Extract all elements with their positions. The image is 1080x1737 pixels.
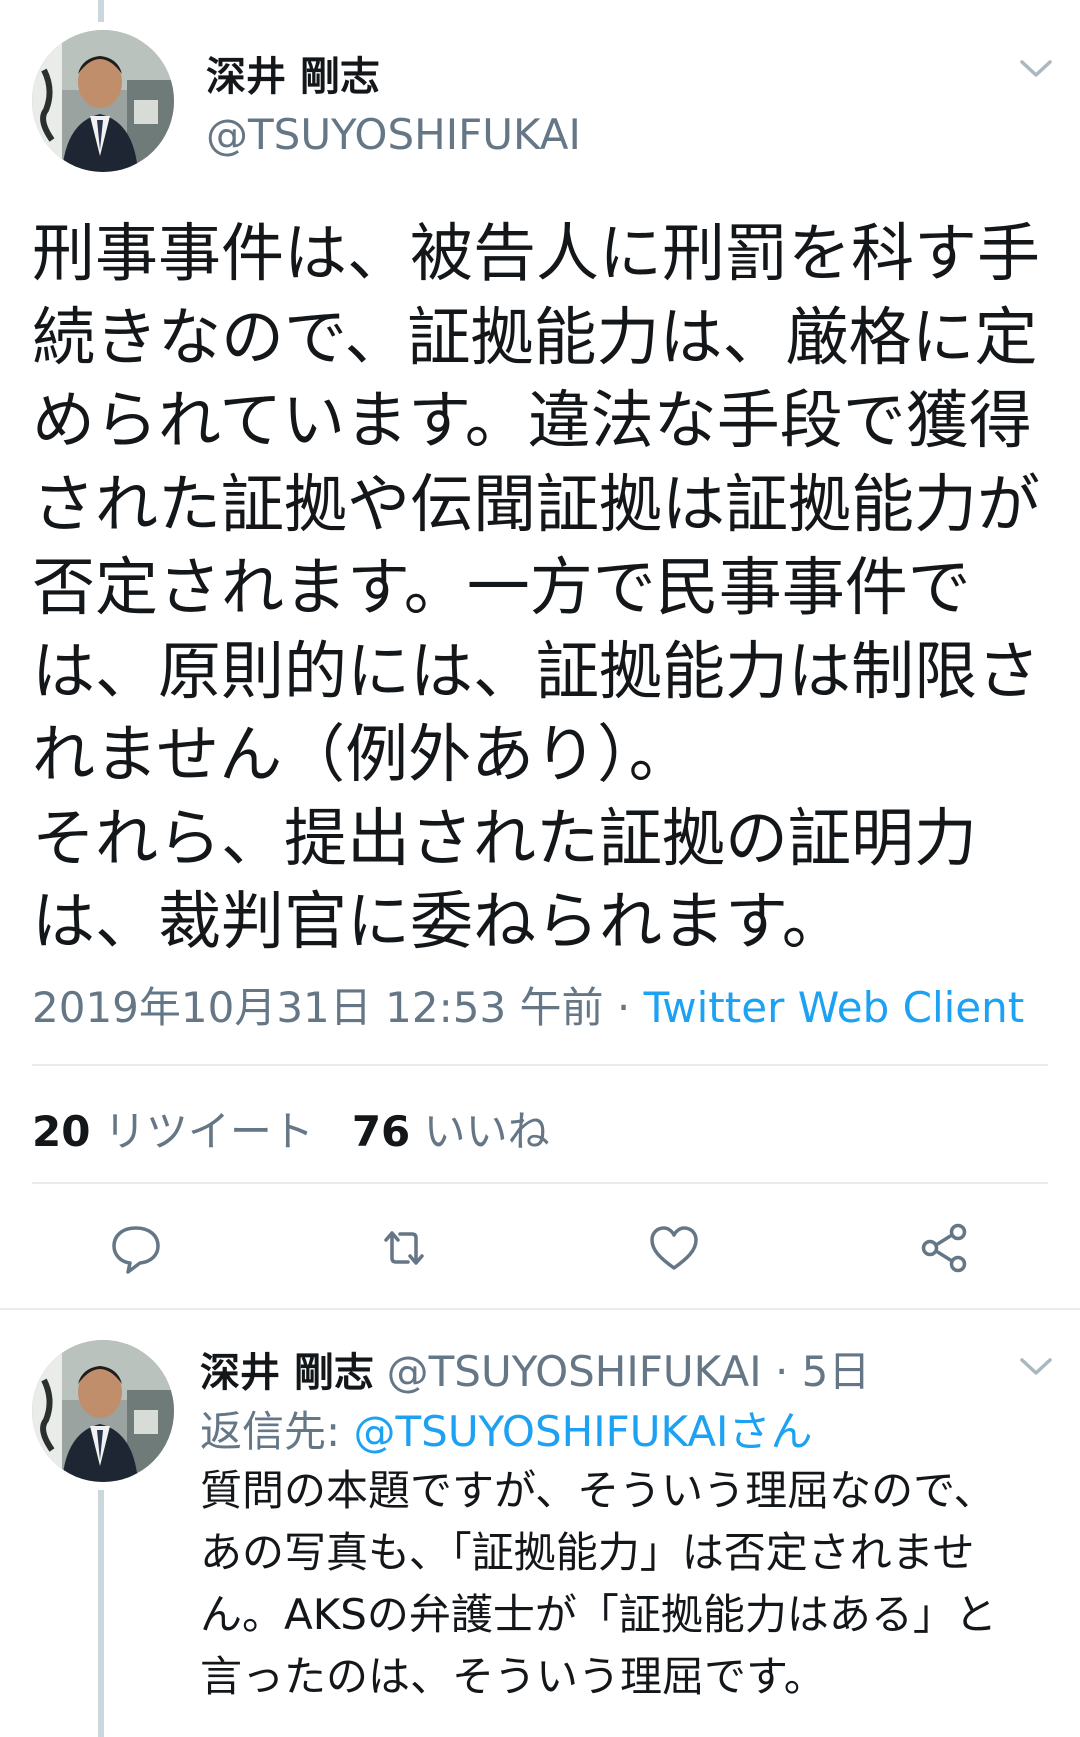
avatar-photo: [32, 1340, 174, 1482]
like-count[interactable]: 76: [352, 1107, 410, 1156]
retweet-count[interactable]: 20: [32, 1107, 90, 1156]
divider: [0, 1308, 1080, 1310]
meta-separator: ·: [603, 983, 644, 1032]
like-label[interactable]: いいね: [424, 1107, 550, 1156]
reply-icon[interactable]: [108, 1220, 164, 1276]
tweet-timestamp[interactable]: 2019年10月31日 12:53 午前: [32, 983, 604, 1032]
divider: [32, 1064, 1048, 1066]
reply-time[interactable]: 5日: [802, 1347, 871, 1396]
reply-to-line: 返信先: @TSUYOSHIFUKAIさん: [200, 1398, 812, 1459]
tweet-text: 刑事事件は、被告人に刑罰を科す手 続きなので、証拠能力は、厳格に定 められていま…: [32, 217, 1040, 958]
avatar-photo: [32, 30, 174, 172]
author-name[interactable]: 深井 剛志: [206, 44, 380, 102]
reply-to-label: 返信先:: [200, 1407, 354, 1456]
tweet-source[interactable]: Twitter Web Client: [644, 983, 1025, 1032]
author-handle[interactable]: @TSUYOSHIFUKAI: [206, 110, 581, 159]
share-icon[interactable]: [916, 1220, 972, 1276]
reply-to-mention[interactable]: @TSUYOSHIFUKAIさん: [354, 1407, 813, 1456]
chevron-down-icon[interactable]: [1018, 1356, 1054, 1378]
divider: [32, 1182, 1048, 1184]
tweet-meta: 2019年10月31日 12:53 午前 · Twitter Web Clien…: [32, 974, 1024, 1035]
retweet-label[interactable]: リツイート: [104, 1107, 314, 1156]
reply-author-name[interactable]: 深井 剛志: [200, 1350, 374, 1396]
reply-author-avatar[interactable]: [32, 1340, 174, 1482]
chevron-down-icon[interactable]: [1018, 58, 1054, 80]
like-icon[interactable]: [646, 1220, 702, 1276]
thread-line: [98, 1490, 104, 1737]
reply-text: 質問の本題ですが、そういう理屈なので、 あの写真も、「証拠能力」は否定されませ …: [200, 1466, 997, 1701]
retweet-icon[interactable]: [376, 1220, 432, 1276]
tweet-stats: 20 リツイート 76 いいね: [32, 1098, 588, 1159]
reply-author-handle[interactable]: @TSUYOSHIFUKAI: [387, 1347, 762, 1396]
author-avatar[interactable]: [32, 30, 174, 172]
thread-line: [98, 0, 104, 22]
reply-header: 深井 剛志 @TSUYOSHIFUKAI · 5日: [200, 1338, 870, 1399]
reply-separator: ·: [761, 1347, 802, 1396]
